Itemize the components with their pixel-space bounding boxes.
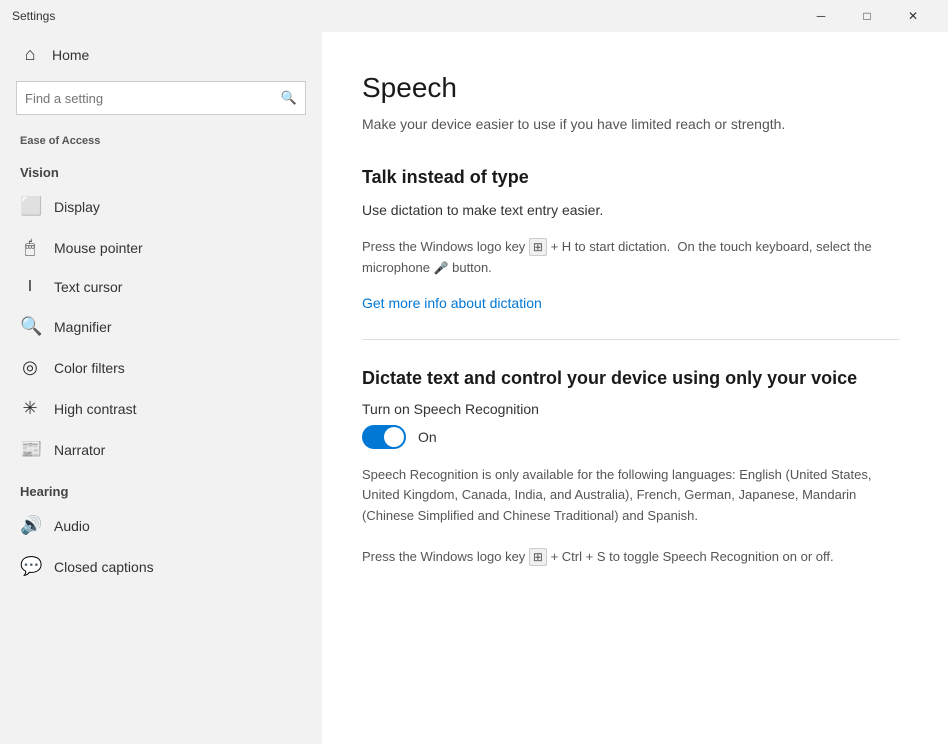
sidebar-item-closed-captions[interactable]: 💬 Closed captions [0,546,322,587]
sidebar: ⌂ Home 🔍 Ease of Access Vision ⬜ Display… [0,32,322,744]
sidebar-item-home[interactable]: ⌂ Home [0,32,322,77]
sidebar-item-audio[interactable]: 🔊 Audio [0,505,322,546]
close-button[interactable]: ✕ [890,0,936,32]
sidebar-item-narrator[interactable]: 📰 Narrator [0,429,322,470]
mouse-pointer-icon: 🖱 [20,237,40,258]
sidebar-item-label: Display [54,199,100,215]
narrator-icon: 📰 [20,439,40,460]
display-icon: ⬜ [20,196,40,217]
sidebar-item-high-contrast[interactable]: ✳ High contrast [0,388,322,429]
sidebar-item-label: High contrast [54,401,136,417]
sidebar-item-color-filters[interactable]: ◎ Color filters [0,347,322,388]
closed-captions-icon: 💬 [20,556,40,577]
speech-recognition-toggle[interactable] [362,425,406,449]
sidebar-item-text-cursor[interactable]: I Text cursor [0,268,322,306]
window-controls: ─ □ ✕ [798,0,936,32]
audio-icon: 🔊 [20,515,40,536]
app-title: Settings [12,9,55,23]
sidebar-item-label: Closed captions [54,559,154,575]
sidebar-item-label: Audio [54,518,90,534]
page-title: Speech [362,72,900,104]
high-contrast-icon: ✳ [20,398,40,419]
maximize-button[interactable]: □ [844,0,890,32]
shortcut-text: Press the Windows logo key ⊞ + Ctrl + S … [362,547,900,568]
section2-heading: Dictate text and control your device usi… [362,368,900,389]
breadcrumb: Ease of Access [0,127,322,151]
minimize-button[interactable]: ─ [798,0,844,32]
toggle-thumb [384,427,404,447]
toggle-state-text: On [418,429,437,445]
speech-recognition-info: Speech Recognition is only available for… [362,465,900,527]
toggle-track [362,425,406,449]
sidebar-item-label: Magnifier [54,319,112,335]
app-body: ⌂ Home 🔍 Ease of Access Vision ⬜ Display… [0,32,948,744]
section1-info: Press the Windows logo key ⊞ + H to star… [362,237,900,279]
sidebar-item-label: Mouse pointer [54,240,143,256]
sidebar-item-label: Narrator [54,442,105,458]
text-cursor-icon: I [20,278,40,296]
search-box: 🔍 [16,81,306,115]
sidebar-item-magnifier[interactable]: 🔍 Magnifier [0,306,322,347]
sidebar-item-label: Color filters [54,360,125,376]
sidebar-item-mouse-pointer[interactable]: 🖱 Mouse pointer [0,227,322,268]
home-label: Home [52,47,89,63]
speech-recognition-toggle-row: On [362,425,900,449]
sidebar-item-display[interactable]: ⬜ Display [0,186,322,227]
toggle-label: Turn on Speech Recognition [362,401,900,417]
main-content: Speech Make your device easier to use if… [322,32,948,744]
home-icon: ⌂ [20,44,40,65]
sidebar-item-label: Text cursor [54,279,122,295]
section1-heading: Talk instead of type [362,167,900,188]
vision-category-label: Vision [0,151,322,186]
microphone-symbol: 🎤 [434,261,449,275]
section-divider [362,339,900,340]
search-input[interactable] [25,91,281,106]
magnifier-icon: 🔍 [20,316,40,337]
windows-key-symbol2: ⊞ [529,548,547,566]
title-bar: Settings ─ □ ✕ [0,0,948,32]
page-subtitle: Make your device easier to use if you ha… [362,114,900,135]
hearing-category-label: Hearing [0,470,322,505]
section1-description: Use dictation to make text entry easier. [362,200,900,221]
windows-key-symbol: ⊞ [529,238,547,256]
color-filters-icon: ◎ [20,357,40,378]
search-icon: 🔍 [281,90,297,106]
dictation-info-link[interactable]: Get more info about dictation [362,295,542,311]
